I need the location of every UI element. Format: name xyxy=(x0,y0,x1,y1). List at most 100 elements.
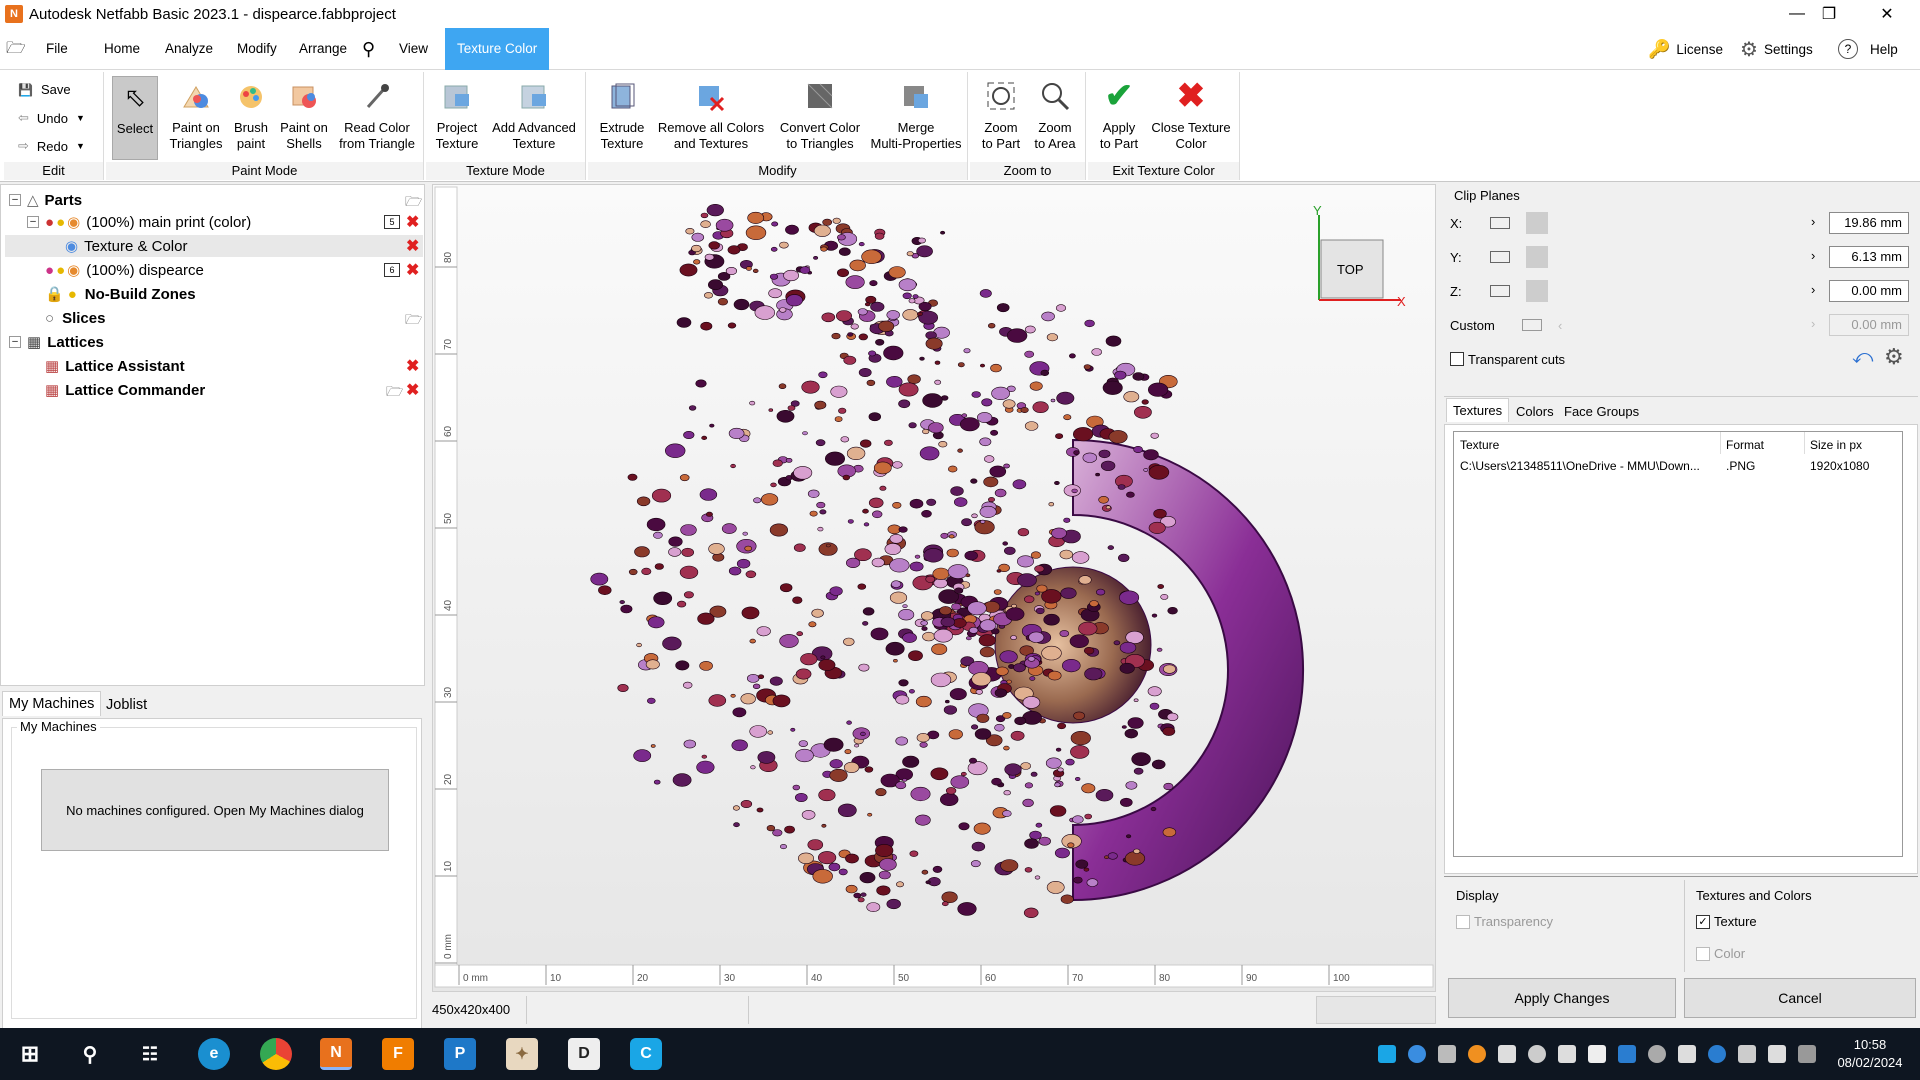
license-button[interactable]: 🔑 License xyxy=(1648,28,1723,70)
open-my-machines-button[interactable]: No machines configured. Open My Machines… xyxy=(41,769,389,851)
apply-changes-button[interactable]: Apply Changes xyxy=(1448,978,1676,1018)
clip-y-slider[interactable] xyxy=(1524,246,1798,268)
select-button[interactable]: ⬁ Select xyxy=(112,76,158,160)
windows-start-icon[interactable]: ⊞ xyxy=(14,1038,46,1070)
tray-app-icon[interactable] xyxy=(1438,1045,1456,1063)
chrome-browser-icon[interactable] xyxy=(260,1038,292,1070)
menu-analyze[interactable]: Analyze xyxy=(165,28,213,70)
tray-app-icon[interactable] xyxy=(1498,1045,1516,1063)
transparent-cuts-row[interactable]: Transparent cuts xyxy=(1450,348,1565,370)
collapse-toggle-icon[interactable]: – xyxy=(27,216,39,228)
fusion-taskbar-icon[interactable]: F xyxy=(382,1038,414,1070)
delete-icon[interactable]: ✖ xyxy=(406,356,419,376)
bluetooth-icon[interactable] xyxy=(1708,1045,1726,1063)
convert-color-button[interactable]: Convert Color to Triangles xyxy=(772,76,868,152)
document-app-icon[interactable]: D xyxy=(568,1038,600,1070)
texture-checkbox[interactable]: ✓ xyxy=(1696,914,1710,929)
menu-modify[interactable]: Modify xyxy=(237,28,277,70)
delete-icon[interactable]: ✖ xyxy=(406,212,419,232)
menu-arrange[interactable]: Arrange xyxy=(299,28,347,70)
add-advanced-texture-button[interactable]: Add Advanced Texture xyxy=(486,76,582,152)
clip-x-value[interactable]: 19.86 mm xyxy=(1829,212,1909,234)
close-window-button[interactable]: ✕ xyxy=(1864,0,1910,28)
paint-on-shells-button[interactable]: Paint on Shells xyxy=(276,76,332,152)
clip-toggle-icon[interactable] xyxy=(1522,319,1542,331)
tab-colors[interactable]: Colors xyxy=(1510,400,1560,423)
gear-icon[interactable]: ⚙ xyxy=(1884,344,1904,370)
delete-icon[interactable]: ✖ xyxy=(406,236,419,256)
menu-file[interactable]: File xyxy=(46,28,68,70)
wifi-icon[interactable] xyxy=(1768,1045,1786,1063)
chevron-right-icon[interactable]: › xyxy=(1811,282,1815,297)
clip-x-slider-thumb[interactable] xyxy=(1526,212,1548,234)
clip-toggle-icon[interactable] xyxy=(1490,217,1510,229)
texture-option[interactable]: ✓ Texture xyxy=(1696,914,1757,929)
tray-app-icon[interactable] xyxy=(1558,1045,1576,1063)
folder-icon[interactable]: 🗁 xyxy=(386,381,403,405)
paint-on-triangles-button[interactable]: Paint on Triangles xyxy=(166,76,226,152)
merge-multi-properties-button[interactable]: Merge Multi-Properties xyxy=(868,76,964,152)
clock[interactable]: 10:58 08/02/2024 xyxy=(1830,1036,1910,1072)
zoom-to-area-button[interactable]: Zoom to Area xyxy=(1028,76,1082,152)
tray-cura-icon[interactable] xyxy=(1378,1045,1396,1063)
tab-textures[interactable]: Textures xyxy=(1446,398,1510,422)
extrude-texture-button[interactable]: Extrude Texture xyxy=(594,76,650,152)
transparent-cuts-checkbox[interactable] xyxy=(1450,352,1464,366)
clip-z-slider[interactable] xyxy=(1524,280,1798,302)
undo-button[interactable]: ⇦ Undo ▼ xyxy=(18,110,85,126)
delete-icon[interactable]: ✖ xyxy=(406,380,419,400)
restore-button[interactable]: ❐ xyxy=(1806,0,1852,28)
clip-y-slider-thumb[interactable] xyxy=(1526,246,1548,268)
clip-z-slider-thumb[interactable] xyxy=(1526,280,1548,302)
tree-texture-color[interactable]: ◉ Texture & Color xyxy=(5,235,423,257)
battery-icon[interactable] xyxy=(1738,1045,1756,1063)
remove-all-colors-button[interactable]: Remove all Colors and Textures xyxy=(654,76,768,152)
open-folder-icon[interactable]: 🗁 xyxy=(6,28,26,70)
security-shield-icon[interactable] xyxy=(1678,1045,1696,1063)
tree-lattice-assistant[interactable]: ▦ Lattice Assistant xyxy=(45,355,185,377)
close-texture-color-button[interactable]: ✖ Close Texture Color xyxy=(1146,76,1236,152)
tab-face-groups[interactable]: Face Groups xyxy=(1558,400,1645,423)
menu-view[interactable]: View xyxy=(399,28,428,70)
tray-app-icon[interactable] xyxy=(1648,1045,1666,1063)
col-header-texture[interactable]: Texture xyxy=(1460,438,1499,452)
search-icon[interactable]: ⚲ xyxy=(362,28,375,70)
zoom-to-part-button[interactable]: Zoom to Part xyxy=(974,76,1028,152)
tree-no-build-zones[interactable]: 🔒 ● No-Build Zones xyxy=(45,283,196,305)
tree-parts[interactable]: – △ Parts xyxy=(9,189,82,211)
brush-paint-button[interactable]: Brush paint xyxy=(226,76,276,152)
tray-app-icon[interactable] xyxy=(1528,1045,1546,1063)
save-button[interactable]: 💾 Save xyxy=(18,82,71,97)
project-texture-button[interactable]: Project Texture xyxy=(432,76,482,152)
collapse-toggle-icon[interactable]: – xyxy=(9,336,21,348)
cura-app-icon[interactable]: C xyxy=(630,1038,662,1070)
puzzle-app-icon[interactable]: ✦ xyxy=(506,1038,538,1070)
task-view-icon[interactable]: ☷ xyxy=(134,1038,166,1070)
menu-home[interactable]: Home xyxy=(104,28,140,70)
tree-slices[interactable]: ○ Slices xyxy=(45,307,105,329)
help-button[interactable]: ? Help xyxy=(1838,28,1898,70)
settings-button[interactable]: ⚙ Settings xyxy=(1740,28,1813,70)
chevron-right-icon[interactable]: › xyxy=(1811,214,1815,229)
edge-browser-icon[interactable]: e xyxy=(198,1038,230,1070)
tray-app-icon[interactable] xyxy=(1468,1045,1486,1063)
undo-arrow-icon[interactable]: ⤺ xyxy=(1852,346,1873,369)
col-header-size[interactable]: Size in px xyxy=(1810,438,1862,452)
onedrive-icon[interactable] xyxy=(1408,1045,1426,1063)
tray-app-icon[interactable] xyxy=(1588,1045,1606,1063)
delete-icon[interactable]: ✖ xyxy=(406,260,419,280)
col-header-format[interactable]: Format xyxy=(1726,438,1764,452)
tab-joblist[interactable]: Joblist xyxy=(100,693,153,717)
search-icon[interactable]: ⚲ xyxy=(74,1038,106,1070)
clip-toggle-icon[interactable] xyxy=(1490,285,1510,297)
clip-toggle-icon[interactable] xyxy=(1490,251,1510,263)
3d-viewport[interactable]: 0 mm 10 20 30 40 50 60 70 80 90 100 0 mm 10 20 30 40 50 6… xyxy=(432,184,1436,992)
print-app-icon[interactable]: P xyxy=(444,1038,476,1070)
read-color-button[interactable]: Read Color from Triangle xyxy=(334,76,420,152)
tray-app-icon[interactable] xyxy=(1618,1045,1636,1063)
folder-icon[interactable]: 🗁 xyxy=(405,309,422,333)
tab-texture-color[interactable]: Texture Color xyxy=(445,28,550,70)
collapse-toggle-icon[interactable]: – xyxy=(9,194,21,206)
table-row[interactable]: C:\Users\21348511\OneDrive - MMU\Down...… xyxy=(1454,456,1902,476)
tree-dispearce[interactable]: ● ● ◉ (100%) dispearce xyxy=(45,259,204,281)
